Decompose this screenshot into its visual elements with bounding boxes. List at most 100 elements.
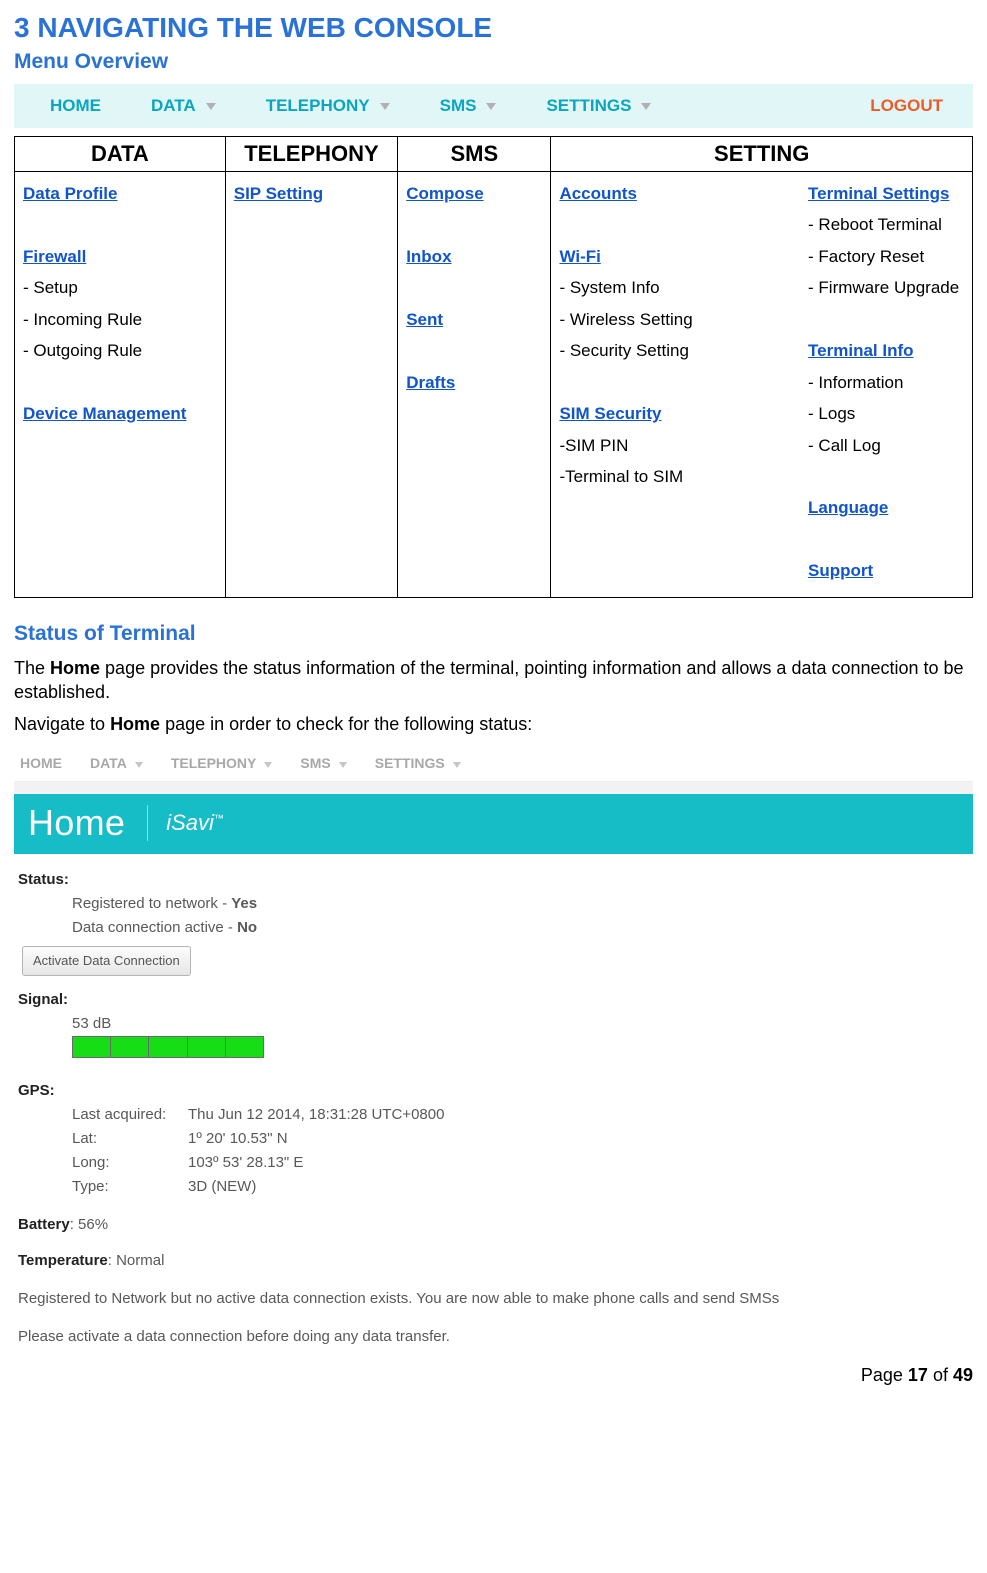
item-security-setting: - Security Setting (559, 341, 688, 360)
chevron-down-icon (453, 762, 461, 768)
cell-setting-right: Terminal Settings - Reboot Terminal - Fa… (800, 172, 972, 598)
gps-type: Type:3D (NEW) (72, 1175, 969, 1199)
link-inbox[interactable]: Inbox (406, 247, 451, 266)
nav-settings[interactable]: SETTINGS (546, 96, 651, 116)
col-header-setting: SETTING (551, 137, 973, 172)
row-registered: Registered to network - Yes (72, 892, 969, 916)
nav2-sms[interactable]: SMS (300, 755, 346, 771)
link-compose[interactable]: Compose (406, 184, 483, 203)
text-bold: Home (110, 714, 160, 734)
page-total: 49 (953, 1365, 973, 1385)
chevron-down-icon (339, 762, 347, 768)
temperature-value: : Normal (108, 1252, 165, 1269)
link-support[interactable]: Support (808, 561, 873, 580)
nav-data[interactable]: DATA (151, 96, 216, 116)
section-heading-status-of-terminal: Status of Terminal (14, 622, 973, 646)
link-accounts[interactable]: Accounts (559, 184, 636, 203)
item-reboot: - Reboot Terminal (808, 215, 942, 234)
text-bold: Home (50, 658, 100, 678)
cell-setting-left: Accounts Wi-Fi - System Info - Wireless … (551, 172, 800, 598)
page-heading: 3 NAVIGATING THE WEB CONSOLE (14, 12, 973, 44)
chevron-down-icon (206, 103, 216, 110)
link-sip-setting[interactable]: SIP Setting (234, 184, 323, 203)
nav2-home[interactable]: HOME (20, 755, 62, 771)
teal-title-bar: Home iSavi™ (14, 794, 973, 854)
label-temperature: Temperature (18, 1252, 108, 1269)
item-logs: - Logs (808, 404, 855, 423)
signal-strength-bar (72, 1036, 264, 1058)
label: iSavi (166, 810, 214, 835)
text: of (928, 1365, 953, 1385)
activate-data-connection-button[interactable]: Activate Data Connection (22, 946, 191, 977)
key: Lat: (72, 1127, 188, 1151)
product-name: iSavi™ (166, 810, 224, 836)
item-system-info: - System Info (559, 278, 659, 297)
cell-sms: Compose Inbox Sent Drafts (398, 172, 551, 598)
link-language[interactable]: Language (808, 498, 888, 517)
link-firewall[interactable]: Firewall (23, 247, 86, 266)
label-battery: Battery (18, 1216, 70, 1233)
label: SMS (300, 755, 330, 771)
link-terminal-info[interactable]: Terminal Info (808, 341, 913, 360)
value: 3D (NEW) (188, 1175, 256, 1199)
label: DATA (90, 755, 127, 771)
page-title-home: Home (28, 802, 147, 844)
nav-home[interactable]: HOME (50, 96, 101, 116)
gps-long: Long:103º 53' 28.13" E (72, 1151, 969, 1175)
nav-logout[interactable]: LOGOUT (870, 96, 943, 116)
col-header-sms: SMS (398, 137, 551, 172)
status-message-2: Please activate a data connection before… (18, 1325, 969, 1349)
item-call-log: - Call Log (808, 436, 881, 455)
cell-data: Data Profile Firewall - Setup - Incoming… (15, 172, 226, 598)
nav2-data[interactable]: DATA (90, 755, 143, 771)
nav-sms-label: SMS (440, 96, 477, 116)
key: Type: (72, 1175, 188, 1199)
text: Page (861, 1365, 908, 1385)
link-data-profile[interactable]: Data Profile (23, 184, 117, 203)
page-number: 17 (908, 1365, 928, 1385)
nav-sms[interactable]: SMS (440, 96, 497, 116)
link-sim-security[interactable]: SIM Security (559, 404, 661, 423)
trademark-icon: ™ (214, 813, 224, 824)
signal-value: 53 dB (72, 1012, 969, 1036)
label-signal: Signal: (18, 991, 68, 1008)
chevron-down-icon (135, 762, 143, 768)
value: Yes (231, 895, 257, 912)
item-factory-reset: - Factory Reset (808, 247, 924, 266)
item-fw-incoming: - Incoming Rule (23, 310, 142, 329)
item-terminal-to-sim: -Terminal to SIM (559, 467, 683, 486)
screenshot-navbar: HOME DATA TELEPHONY SMS SETTINGS (14, 745, 973, 781)
nav2-settings[interactable]: SETTINGS (375, 755, 461, 771)
nav-telephony-label: TELEPHONY (266, 96, 370, 116)
text: Data connection active - (72, 919, 237, 936)
text: Registered to network - (72, 895, 231, 912)
nav-data-label: DATA (151, 96, 196, 116)
link-device-management[interactable]: Device Management (23, 404, 186, 423)
chevron-down-icon (641, 103, 651, 110)
nav-settings-label: SETTINGS (546, 96, 631, 116)
item-information: - Information (808, 373, 903, 392)
link-wifi[interactable]: Wi-Fi (559, 247, 600, 266)
page-footer: Page 17 of 49 (14, 1365, 973, 1386)
link-terminal-settings[interactable]: Terminal Settings (808, 184, 949, 203)
section-heading-menu-overview: Menu Overview (14, 50, 973, 74)
status-block: Status: Registered to network - Yes Data… (14, 854, 973, 1350)
text: Navigate to (14, 714, 110, 734)
status-message-1: Registered to Network but no active data… (18, 1287, 969, 1311)
text: page in order to check for the following… (160, 714, 532, 734)
divider (147, 805, 148, 841)
link-sent[interactable]: Sent (406, 310, 443, 329)
value: 103º 53' 28.13" E (188, 1151, 303, 1175)
label-status: Status: (18, 871, 69, 888)
link-drafts[interactable]: Drafts (406, 373, 455, 392)
nav-telephony[interactable]: TELEPHONY (266, 96, 390, 116)
label: TELEPHONY (171, 755, 257, 771)
gps-last-acquired: Last acquired:Thu Jun 12 2014, 18:31:28 … (72, 1103, 969, 1127)
cell-telephony: SIP Setting (225, 172, 397, 598)
value: 1º 20' 10.53" N (188, 1127, 288, 1151)
chevron-down-icon (486, 103, 496, 110)
nav2-telephony[interactable]: TELEPHONY (171, 755, 273, 771)
para-navigate: Navigate to Home page in order to check … (14, 712, 973, 736)
top-navbar-screenshot: HOME DATA TELEPHONY SMS SETTINGS LOGOUT (14, 84, 973, 128)
para-home-description: The Home page provides the status inform… (14, 656, 973, 705)
